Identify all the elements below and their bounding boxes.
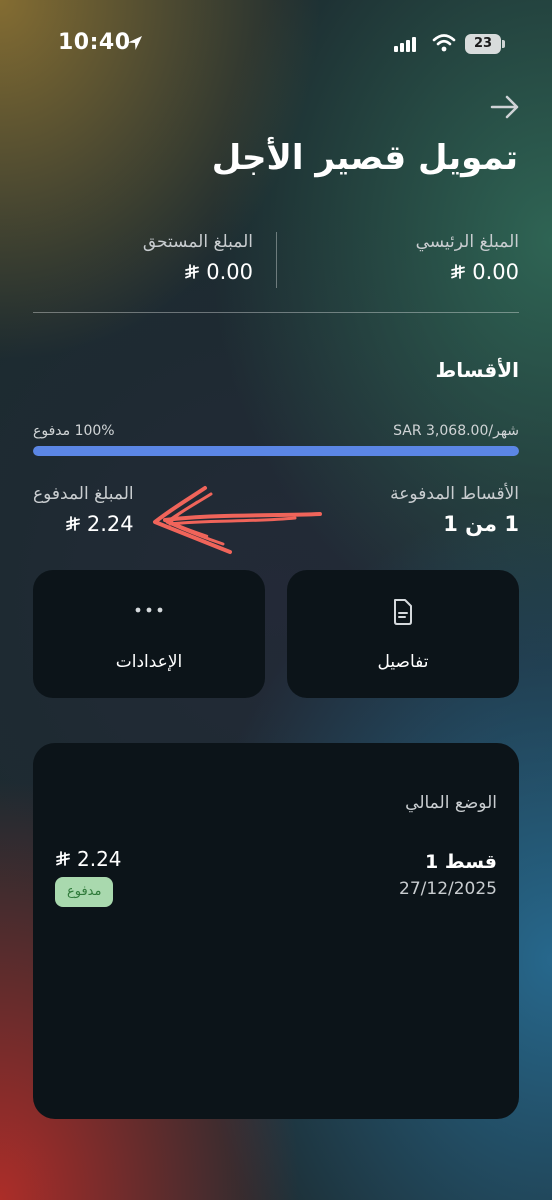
- status-bar: 10:40 23: [0, 0, 552, 90]
- paid-installments-value: 1 من 1: [443, 512, 519, 536]
- wifi-icon: [432, 34, 456, 52]
- principal-amount: 0.00: [299, 260, 519, 284]
- location-arrow-icon: [128, 36, 142, 50]
- paid-amount-stat: المبلغ المدفوع 2.24: [33, 484, 134, 536]
- battery-level: 23: [465, 34, 501, 54]
- riyal-symbol-icon: [451, 264, 466, 279]
- paid-amount-value: 2.24: [86, 512, 134, 536]
- financial-status-title: الوضع المالي: [405, 793, 497, 813]
- details-button[interactable]: تفاصيل: [287, 570, 519, 698]
- principal-summary: المبلغ الرئيسي 0.00: [299, 232, 519, 284]
- paid-installments-stat: الأقساط المدفوعة 1 من 1: [390, 484, 519, 536]
- annotation-arrow-icon: [153, 486, 322, 554]
- due-summary: المبلغ المستحق 0.00: [33, 232, 253, 284]
- document-icon: [394, 599, 412, 625]
- summary-divider: [276, 232, 277, 288]
- page-title: تمويل قصير الأجل: [211, 138, 518, 178]
- installment-amount-value: 2.24: [77, 847, 122, 871]
- riyal-symbol-icon: [65, 516, 80, 531]
- installment-amount: 2.24: [55, 847, 122, 871]
- paid-percent-label: 100% مدفوع: [33, 423, 115, 439]
- more-dots-icon: [135, 607, 163, 613]
- status-badge: مدفوع: [55, 877, 114, 907]
- monthly-amount-label: شهر/SAR 3,068.00: [393, 423, 519, 439]
- installments-progress-fill: [33, 446, 519, 456]
- due-amount: 0.00: [33, 260, 253, 284]
- principal-label: المبلغ الرئيسي: [415, 232, 519, 252]
- installment-date: 27/12/2025: [399, 879, 497, 899]
- arrow-right-icon[interactable]: [490, 94, 520, 120]
- cellular-signal-icon: [394, 37, 416, 52]
- financial-status-card: الوضع المالي قسط 1 27/12/2025 2.24 مدفوع: [33, 743, 519, 1119]
- status-time: 10:40: [58, 30, 131, 55]
- principal-value: 0.00: [472, 260, 519, 284]
- installments-title: الأقساط: [435, 358, 519, 382]
- paid-installments-label: الأقساط المدفوعة: [390, 484, 519, 504]
- battery-cap: [502, 40, 505, 48]
- settings-label: الإعدادات: [115, 652, 183, 672]
- riyal-symbol-icon: [185, 264, 200, 279]
- details-label: تفاصيل: [377, 652, 429, 672]
- due-value: 0.00: [206, 260, 253, 284]
- battery-indicator: 23: [465, 34, 505, 54]
- riyal-symbol-icon: [56, 851, 70, 866]
- paid-amount-label: المبلغ المدفوع: [33, 484, 134, 504]
- section-divider: [33, 312, 519, 313]
- settings-button[interactable]: الإعدادات: [33, 570, 265, 698]
- installment-name[interactable]: قسط 1: [425, 851, 497, 873]
- paid-amount: 2.24: [33, 512, 134, 536]
- due-label: المبلغ المستحق: [142, 232, 253, 252]
- installments-progress-bar: [33, 446, 519, 456]
